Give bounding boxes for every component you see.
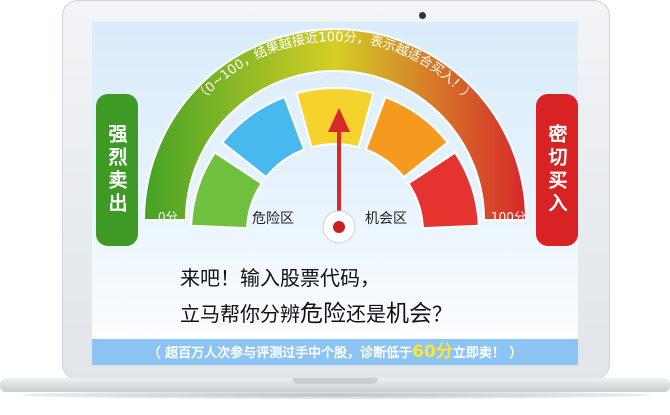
banner-text: （ 超百万人次参与评测过手中个股，诊断低于 (147, 346, 413, 361)
cta-opportunity-word: 机会 (386, 301, 432, 327)
cta-text: 立马帮你分辨 (180, 302, 300, 326)
cta-line-1: 来吧！输入股票代码， (180, 266, 380, 290)
banner-text: 立即卖！ ） (452, 346, 523, 361)
cta-text: 还是 (346, 302, 386, 326)
gauge-min-label: 0分 (158, 210, 178, 224)
base-notch (292, 378, 378, 384)
cta-danger-word: 危险 (300, 301, 346, 327)
base-shadow (20, 391, 650, 399)
strong-sell-tag: 强烈卖出 (96, 94, 138, 246)
strong-sell-label: 强烈卖出 (105, 124, 128, 216)
laptop-base (0, 378, 670, 400)
close-buy-label: 密切买入 (545, 124, 568, 216)
banner-score: 60分 (412, 342, 453, 362)
laptop: （0~100，结果越接近100分，表示越适合买入！） 0分 100分 危险区 机… (0, 0, 670, 415)
danger-zone-label: 危险区 (252, 211, 294, 227)
cta-line-2: 立马帮你分辨危险还是机会？ (180, 294, 452, 328)
diagnosis-banner: （ 超百万人次参与评测过手中个股，诊断低于60分立即卖！ ） (92, 339, 578, 365)
close-buy-tag: 密切买入 (536, 94, 578, 246)
gauge-max-label: 100分 (491, 210, 526, 224)
cta-text: ？ (432, 302, 452, 326)
opportunity-zone-label: 机会区 (365, 211, 407, 227)
